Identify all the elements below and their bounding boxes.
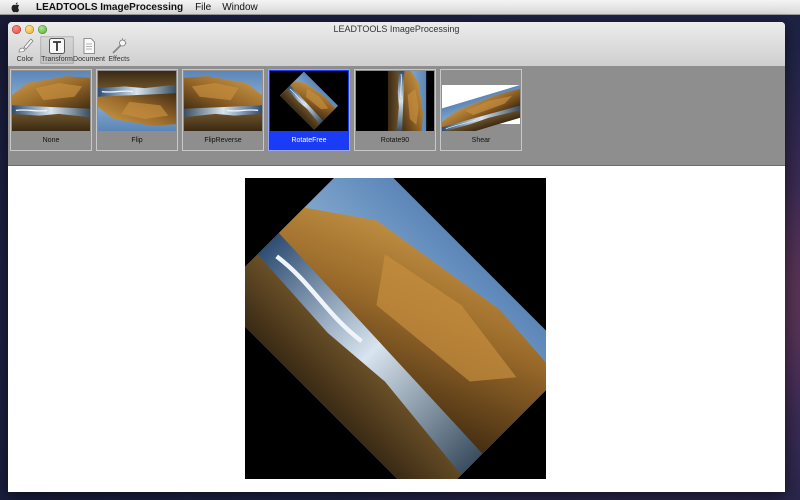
thumbnail-flipreverse[interactable]: FlipReverse: [182, 69, 264, 151]
toolbar-transform-label: Transform: [41, 56, 73, 63]
thumbnail-flip[interactable]: Flip: [96, 69, 178, 151]
toolbar-document[interactable]: Document: [73, 36, 105, 64]
effects-icon: [112, 38, 127, 54]
preview-area: [8, 166, 785, 492]
thumbnail-shear[interactable]: Shear: [440, 69, 522, 151]
toolbar: Color Transform Document Effects: [10, 36, 134, 64]
toolbar-color[interactable]: Color: [10, 36, 40, 64]
title-bar: LEADTOOLS ImageProcessing Color Transfor…: [8, 22, 785, 67]
transform-icon: [49, 38, 65, 54]
thumbnail-rotatefree[interactable]: RotateFree: [268, 69, 350, 151]
thumbnail-image: [184, 71, 262, 131]
thumbnail-image: [98, 71, 176, 131]
window-title: LEADTOOLS ImageProcessing: [333, 24, 460, 34]
thumbnail-none[interactable]: None: [10, 69, 92, 151]
app-window: LEADTOOLS ImageProcessing Color Transfor…: [8, 22, 785, 492]
thumbnail-strip: None Flip FlipReverse RotateFree Rotate9…: [8, 67, 785, 166]
thumbnail-image: [270, 71, 348, 131]
toolbar-effects[interactable]: Effects: [104, 36, 134, 64]
menu-window[interactable]: Window: [222, 2, 258, 13]
thumbnail-image: [356, 71, 434, 131]
thumbnail-label: None: [42, 137, 60, 144]
document-icon: [83, 38, 95, 54]
thumbnail-label: FlipReverse: [204, 137, 242, 144]
toolbar-effects-label: Effects: [108, 56, 130, 63]
thumbnail-label: Shear: [471, 137, 491, 144]
toolbar-document-label: Document: [73, 56, 105, 63]
menu-app-name[interactable]: LEADTOOLS ImageProcessing: [36, 2, 183, 13]
toolbar-color-label: Color: [16, 56, 34, 63]
menu-bar: LEADTOOLS ImageProcessing File Window: [0, 0, 800, 15]
brush-icon: [18, 38, 34, 53]
thumbnail-label: Flip: [131, 137, 143, 144]
thumbnail-rotate90[interactable]: Rotate90: [354, 69, 436, 151]
menu-file[interactable]: File: [195, 2, 211, 13]
apple-icon[interactable]: [10, 1, 22, 13]
thumbnail-image: [12, 71, 90, 131]
thumbnail-image: [442, 71, 520, 131]
preview-image: [245, 178, 546, 479]
thumbnail-label: RotateFree: [291, 137, 327, 144]
toolbar-transform[interactable]: Transform: [40, 36, 74, 64]
thumbnail-label: Rotate90: [380, 137, 410, 144]
